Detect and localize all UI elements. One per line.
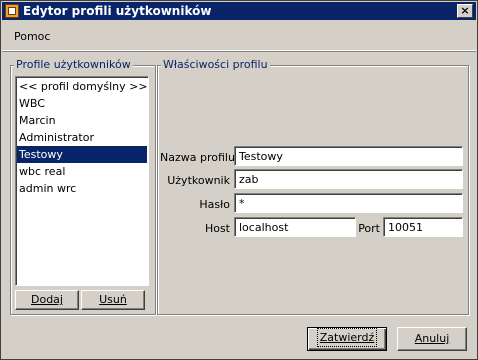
cancel-button[interactable]: Anuluj: [397, 327, 467, 351]
list-item[interactable]: WBC: [17, 95, 147, 112]
profile-name-label: Nazwa profilu: [160, 151, 235, 164]
properties-group-title: Właściwości profilu: [161, 58, 270, 71]
profile-editor-window: Edytor profili użytkowników × Pomoc Prof…: [0, 0, 478, 360]
confirm-label: Zatwierdź: [316, 328, 378, 347]
list-item[interactable]: << profil domyślny >>: [17, 78, 148, 95]
profiles-list[interactable]: << profil domyślny >> WBC Marcin Adminis…: [15, 76, 149, 286]
host-label: Host: [204, 222, 230, 235]
window-title: Edytor profili użytkowników: [23, 4, 212, 18]
password-field[interactable]: *: [234, 193, 463, 213]
close-icon[interactable]: ×: [457, 4, 473, 18]
add-profile-label: Dodaj: [31, 293, 63, 306]
title-bar[interactable]: Edytor profili użytkowników ×: [2, 2, 476, 20]
port-label: Port: [358, 222, 380, 235]
app-icon: [5, 4, 19, 18]
host-field[interactable]: localhost: [234, 217, 356, 237]
remove-profile-button[interactable]: Usuń: [81, 290, 145, 310]
cancel-label: Anuluj: [414, 332, 450, 345]
password-label: Hasło: [199, 198, 230, 211]
user-field[interactable]: zab: [234, 169, 463, 189]
list-item[interactable]: admin wrc: [17, 180, 147, 197]
confirm-button[interactable]: Zatwierdź: [307, 327, 387, 351]
profiles-group: Profile użytkowników << profil domyślny …: [10, 58, 156, 315]
list-item[interactable]: wbc real: [17, 163, 147, 180]
menu-help[interactable]: Pomoc: [14, 30, 50, 43]
profiles-group-title: Profile użytkowników: [14, 58, 133, 71]
port-field[interactable]: 10051: [383, 217, 463, 237]
list-item[interactable]: Marcin: [17, 112, 147, 129]
profile-properties-group: Właściwości profilu Nazwa profilu Testow…: [157, 58, 469, 315]
add-profile-button[interactable]: Dodaj: [15, 290, 79, 310]
list-item-selected[interactable]: Testowy: [17, 146, 147, 163]
user-label: Użytkownik: [167, 174, 230, 187]
list-item[interactable]: Administrator: [17, 129, 147, 146]
profile-name-field[interactable]: Testowy: [234, 146, 463, 166]
remove-profile-label: Usuń: [99, 293, 127, 306]
menu-bar: Pomoc: [2, 22, 476, 51]
